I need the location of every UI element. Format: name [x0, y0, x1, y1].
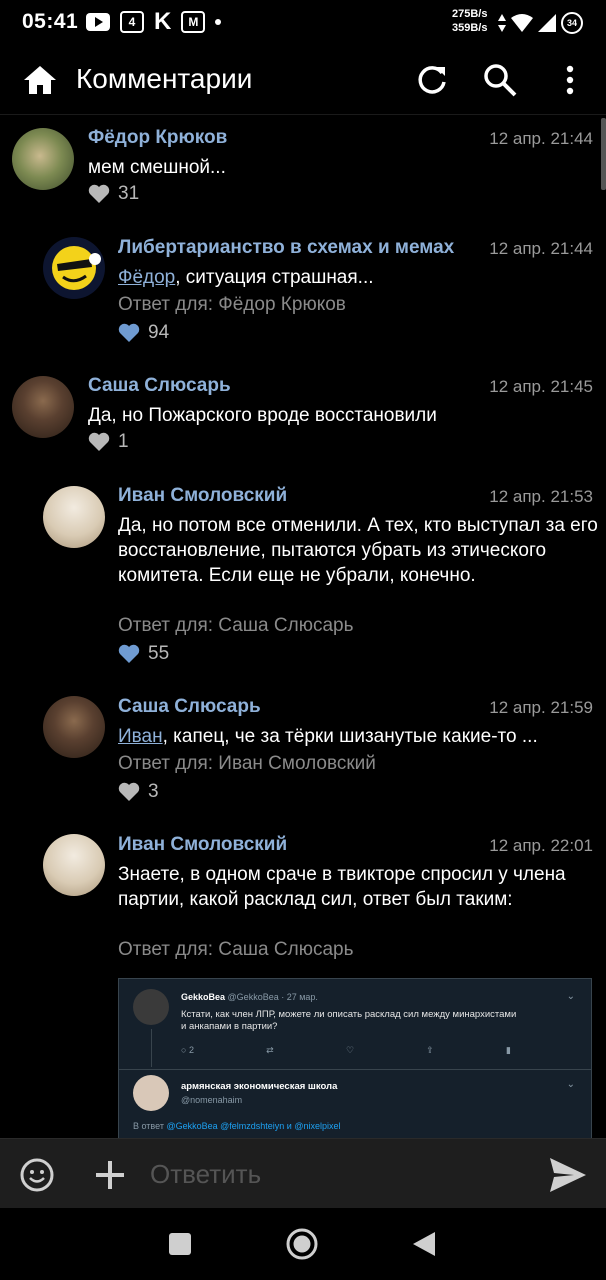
- heart-icon: [118, 644, 140, 663]
- like-count: 3: [148, 781, 159, 802]
- status-time: 05:41: [22, 10, 79, 33]
- avatar[interactable]: [43, 486, 105, 548]
- system-nav-bar: [0, 1208, 606, 1280]
- emoji-icon[interactable]: [17, 1155, 57, 1195]
- comment-text: Иван, капец, че за тёрки шизанутые какие…: [118, 726, 538, 747]
- share-icon: ⇪: [426, 1045, 434, 1055]
- comment-text: Фёдор, ситуация страшная...: [118, 267, 374, 288]
- like-button[interactable]: 94: [118, 322, 169, 344]
- like-icon: ♡: [345, 1045, 355, 1055]
- kinopoisk-icon: K: [154, 8, 172, 35]
- like-count: 94: [148, 322, 170, 343]
- retweet-icon: ⇄: [266, 1045, 274, 1055]
- avatar[interactable]: [43, 237, 105, 299]
- stats-icon: ▮: [506, 1045, 511, 1055]
- like-count: 31: [118, 183, 140, 204]
- comment-text: мем смешной...: [88, 157, 226, 178]
- comment-author[interactable]: Иван Смоловский: [118, 485, 287, 507]
- app-bar: Комментарии: [0, 46, 606, 114]
- avatar[interactable]: [12, 128, 74, 190]
- reply-icon: ○ 2: [181, 1045, 194, 1055]
- home-nav-icon[interactable]: [286, 1228, 318, 1260]
- tweet-avatar: [133, 989, 169, 1025]
- comment-text: Да, но Пожарского вроде восстановили: [88, 405, 437, 426]
- like-count: 55: [148, 643, 170, 664]
- reply-input[interactable]: Ответить: [150, 1159, 261, 1190]
- comment-time: 12 апр. 22:01: [489, 836, 593, 855]
- send-icon[interactable]: [548, 1155, 588, 1195]
- status-bar: 05:41 4 K M 275B/s 359B/s 34: [0, 0, 606, 46]
- chevron-down-icon: ⌄: [566, 991, 575, 1002]
- like-button[interactable]: 55: [118, 643, 169, 665]
- comment-text: Знаете, в одном сраче в твикторе спросил…: [118, 864, 566, 910]
- like-count: 1: [118, 431, 129, 452]
- like-button[interactable]: 1: [88, 431, 129, 453]
- comment-text: Да, но потом все отменили. А тех, кто вы…: [118, 515, 598, 586]
- tweet-avatar: [133, 1075, 169, 1111]
- comment-author[interactable]: Фёдор Крюков: [88, 127, 227, 149]
- chevron-down-icon: ⌄: [566, 1079, 575, 1090]
- data-arrows-icon: [498, 14, 506, 32]
- scrollbar[interactable]: [601, 118, 606, 190]
- heart-icon: [118, 323, 140, 342]
- like-button[interactable]: 31: [88, 183, 139, 205]
- back-icon[interactable]: [408, 1228, 440, 1260]
- more-notifications-icon: [215, 19, 222, 25]
- wifi-icon: [511, 14, 533, 32]
- comment-author[interactable]: Иван Смоловский: [118, 834, 287, 856]
- more-options-icon[interactable]: [552, 62, 588, 98]
- youtube-icon: [86, 13, 110, 31]
- reply-to-label[interactable]: Ответ для: Саша Слюсарь: [118, 939, 353, 961]
- reply-bar: Ответить: [0, 1138, 606, 1208]
- refresh-icon[interactable]: [414, 62, 450, 98]
- attach-plus-icon[interactable]: [90, 1155, 130, 1195]
- comment-author[interactable]: Саша Слюсарь: [88, 375, 231, 397]
- home-icon[interactable]: [22, 62, 58, 98]
- reply-to-label[interactable]: Ответ для: Иван Смоловский: [118, 753, 376, 775]
- attached-image[interactable]: GekkoBea @GekkoBea · 27 мар. ⌄ Кстати, к…: [118, 978, 592, 1143]
- comment-time: 12 апр. 21:53: [489, 487, 593, 506]
- comment-time: 12 апр. 21:44: [489, 129, 593, 148]
- mention-link[interactable]: Иван: [118, 726, 163, 747]
- avatar[interactable]: [12, 376, 74, 438]
- recents-icon[interactable]: [164, 1228, 196, 1260]
- battery-icon: 34: [561, 12, 583, 34]
- page-title: Комментарии: [76, 63, 253, 94]
- comment-author[interactable]: Саша Слюсарь: [118, 696, 261, 718]
- like-button[interactable]: 3: [118, 781, 159, 803]
- heart-icon: [88, 184, 110, 203]
- avatar[interactable]: [43, 696, 105, 758]
- cell-signal-icon: [538, 14, 556, 32]
- comment-time: 12 апр. 21:45: [489, 377, 593, 396]
- reply-to-label[interactable]: Ответ для: Саша Слюсарь: [118, 615, 353, 637]
- app-notification-icon: 4: [120, 11, 144, 33]
- reply-to-label[interactable]: Ответ для: Фёдор Крюков: [118, 294, 346, 316]
- network-speed: 275B/s 359B/s: [452, 8, 488, 34]
- comment-time: 12 апр. 21:44: [489, 239, 593, 258]
- comment-author[interactable]: Либертарианство в схемах и мемах: [118, 237, 454, 259]
- search-icon[interactable]: [482, 62, 518, 98]
- heart-icon: [88, 432, 110, 451]
- mention-link[interactable]: Фёдор: [118, 267, 175, 288]
- heart-icon: [118, 782, 140, 801]
- header-divider: [0, 114, 606, 115]
- mail-icon: M: [181, 11, 206, 33]
- avatar[interactable]: [43, 834, 105, 896]
- comment-time: 12 апр. 21:59: [489, 698, 593, 717]
